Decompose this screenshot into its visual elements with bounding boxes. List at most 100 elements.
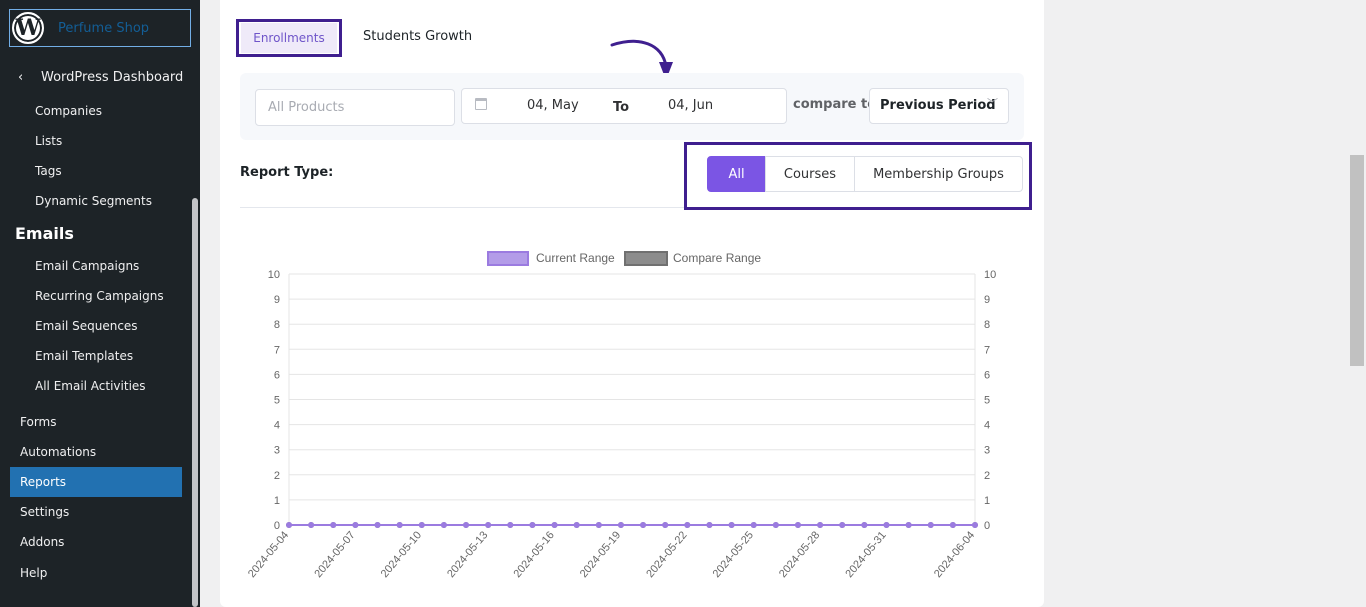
page-scrollbar[interactable]	[1350, 155, 1364, 366]
y-tick-label-right: 5	[984, 395, 990, 407]
sidebar-item-forms[interactable]: Forms	[20, 415, 56, 429]
y-tick-label-left: 9	[274, 294, 280, 306]
products-select[interactable]: All Products	[255, 89, 455, 126]
x-tick-label: 2024-05-25	[711, 529, 756, 580]
data-point	[440, 522, 447, 528]
data-point	[772, 522, 779, 528]
tab-students-growth[interactable]: Students Growth	[363, 29, 472, 44]
y-tick-label-right: 7	[984, 344, 990, 356]
sidebar-item-help[interactable]: Help	[20, 566, 47, 580]
date-end[interactable]: 04, Jun	[668, 98, 713, 113]
data-point	[374, 522, 381, 528]
sidebar-item-companies[interactable]: Companies	[35, 104, 102, 118]
data-point	[507, 522, 514, 528]
data-point	[706, 522, 713, 528]
data-point	[573, 522, 580, 528]
legend-label-current: Current Range	[536, 251, 615, 265]
data-point	[286, 522, 292, 528]
y-tick-label-right: 2	[984, 470, 990, 482]
y-tick-label-right: 4	[984, 420, 990, 432]
compare-period-select[interactable]: Previous Period ﹀	[869, 88, 1009, 124]
back-to-dashboard-link[interactable]: ‹ WordPress Dashboard	[18, 70, 183, 85]
y-tick-label-right: 3	[984, 445, 990, 457]
report-type-all-button[interactable]: All	[707, 156, 766, 192]
site-name[interactable]: Perfume Shop	[58, 21, 149, 36]
report-type-courses-button[interactable]: Courses	[765, 156, 855, 192]
data-point	[463, 522, 470, 528]
date-range-picker[interactable]: 04, May To 04, Jun	[461, 88, 787, 124]
x-tick-label: 2024-05-10	[379, 529, 424, 580]
x-tick-label: 2024-06-04	[932, 529, 977, 580]
sidebar-item-all-email-activities[interactable]: All Email Activities	[35, 379, 146, 393]
sidebar-item-recurring-campaigns[interactable]: Recurring Campaigns	[35, 289, 164, 303]
site-header[interactable]: W Perfume Shop	[9, 9, 191, 47]
y-tick-label-left: 8	[274, 319, 280, 331]
data-point	[949, 522, 956, 528]
calendar-icon	[475, 98, 487, 110]
sidebar-item-addons[interactable]: Addons	[20, 535, 64, 549]
data-point	[617, 522, 624, 528]
admin-sidebar: W Perfume Shop ‹ WordPress Dashboard Com…	[0, 0, 200, 607]
data-point	[684, 522, 691, 528]
enrollments-chart: 0 0 1 1 2 2 3 3 4 4 5 5 6 6 7 7 8 8 9 9 10 10 2024-05-04 2024-0…	[246, 251, 996, 580]
x-tick-label: 2024-05-07	[312, 529, 357, 580]
data-point	[418, 522, 425, 528]
sidebar-item-dynamic-segments[interactable]: Dynamic Segments	[35, 194, 152, 208]
data-point	[308, 522, 315, 528]
x-tick-label: 2024-05-16	[511, 529, 556, 580]
report-type-group: All Courses Membership Groups	[707, 156, 1023, 192]
x-tick-label: 2024-05-19	[578, 529, 623, 580]
tab-enrollments[interactable]: Enrollments	[236, 19, 342, 57]
y-tick-label-left: 6	[274, 369, 280, 381]
sidebar-item-email-templates[interactable]: Email Templates	[35, 349, 133, 363]
y-tick-label-left: 5	[274, 395, 280, 407]
sidebar-heading-emails[interactable]: Emails	[15, 224, 74, 243]
sidebar-item-automations[interactable]: Automations	[20, 445, 96, 459]
data-point	[750, 522, 757, 528]
legend-swatch-compare	[624, 251, 668, 266]
date-start[interactable]: 04, May	[527, 98, 579, 113]
y-tick-label-left: 0	[274, 520, 280, 532]
report-type-label: Report Type:	[240, 165, 334, 180]
legend-label-compare: Compare Range	[673, 251, 761, 265]
y-tick-label-left: 7	[274, 344, 280, 356]
back-label: WordPress Dashboard	[41, 70, 184, 85]
sidebar-item-email-sequences[interactable]: Email Sequences	[35, 319, 138, 333]
data-point	[551, 522, 558, 528]
data-point	[662, 522, 669, 528]
data-point	[839, 522, 846, 528]
divider	[240, 207, 684, 208]
sidebar-item-settings[interactable]: Settings	[20, 505, 69, 519]
y-tick-label-left: 2	[274, 470, 280, 482]
sidebar-item-email-campaigns[interactable]: Email Campaigns	[35, 259, 139, 273]
wordpress-logo-icon: W	[12, 12, 44, 44]
y-tick-label-right: 8	[984, 319, 990, 331]
sidebar-item-lists[interactable]: Lists	[35, 134, 62, 148]
y-tick-label-right: 10	[984, 269, 996, 281]
y-tick-label-left: 4	[274, 420, 280, 432]
data-point	[794, 522, 801, 528]
report-type-membership-groups-button[interactable]: Membership Groups	[854, 156, 1023, 192]
compare-period-value: Previous Period	[880, 98, 996, 113]
y-tick-label-right: 1	[984, 495, 990, 507]
data-point	[485, 522, 492, 528]
data-point	[728, 522, 735, 528]
date-separator: To	[613, 100, 630, 115]
y-tick-label-right: 9	[984, 294, 990, 306]
sidebar-item-reports[interactable]: Reports	[10, 467, 182, 497]
data-point	[529, 522, 536, 528]
data-point	[330, 522, 337, 528]
x-tick-label: 2024-05-04	[246, 529, 291, 580]
data-point	[883, 522, 890, 528]
data-point	[817, 522, 824, 528]
x-tick-label: 2024-05-13	[445, 529, 490, 580]
x-tick-label: 2024-05-31	[843, 529, 888, 580]
data-point	[861, 522, 868, 528]
data-point	[972, 522, 978, 528]
sidebar-scrollbar[interactable]	[192, 198, 198, 607]
chevron-left-icon: ‹	[18, 70, 24, 85]
y-tick-label-left: 10	[268, 269, 280, 281]
tab-enrollments-label: Enrollments	[241, 23, 337, 53]
sidebar-item-tags[interactable]: Tags	[35, 164, 62, 178]
chevron-down-icon: ﹀	[987, 97, 998, 110]
